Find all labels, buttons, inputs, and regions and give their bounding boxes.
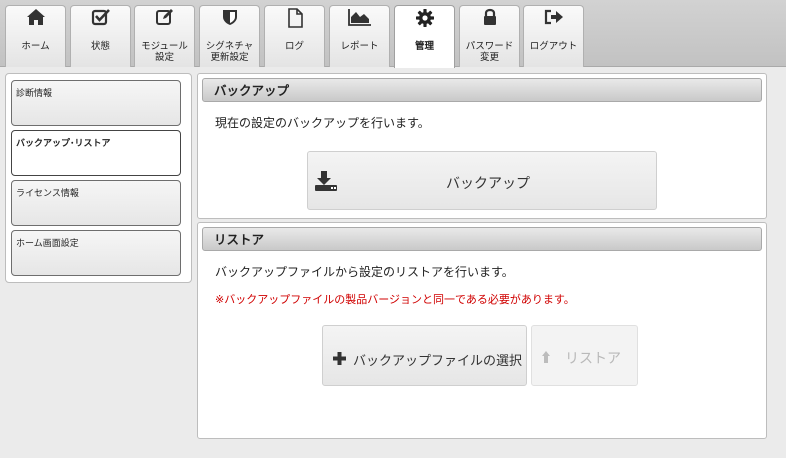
tab-label: ログアウト [529, 41, 578, 52]
tab-label: シグネチャ 更新設定 [205, 41, 254, 63]
sidebar: 診断情報 バックアップ･リストア ライセンス情報 ホーム画面設定 [5, 73, 192, 283]
tab-admin[interactable]: 管理 [394, 5, 455, 68]
sidebar-item-backup-restore[interactable]: バックアップ･リストア [11, 130, 181, 176]
sidebar-item-home-screen-settings[interactable]: ホーム画面設定 [11, 230, 181, 276]
restore-panel: リストア バックアップファイルから設定のリストアを行います。 ※バックアップファ… [197, 222, 767, 439]
restore-panel-title: リストア [202, 227, 762, 251]
backup-panel-title: バックアップ [202, 78, 762, 102]
tab-signature-update[interactable]: シグネチャ 更新設定 [199, 5, 260, 67]
tab-label: レポート [340, 41, 379, 52]
document-icon [265, 8, 324, 28]
select-backup-file-button[interactable]: バックアップファイルの選択 [322, 325, 527, 386]
restore-button[interactable]: リストア [531, 325, 638, 386]
sidebar-item-label: 診断情報 [16, 89, 53, 99]
select-backup-file-label: バックアップファイルの選択 [353, 354, 523, 369]
gear-icon [395, 8, 454, 28]
tab-label: 状態 [90, 41, 110, 52]
tab-report[interactable]: レポート [329, 5, 390, 67]
sign-out-icon [524, 8, 583, 28]
tab-logout[interactable]: ログアウト [523, 5, 584, 67]
checkbox-icon [71, 8, 130, 28]
sidebar-item-diagnostics[interactable]: 診断情報 [11, 80, 181, 126]
upload-icon [541, 349, 555, 368]
sidebar-item-label: バックアップ･リストア [16, 139, 111, 149]
area-chart-icon [330, 8, 389, 28]
tab-label: モジュール 設定 [141, 41, 188, 63]
home-icon [6, 8, 65, 28]
tab-home[interactable]: ホーム [5, 5, 66, 67]
tab-log[interactable]: ログ [264, 5, 325, 67]
backup-description: 現在の設定のバックアップを行います。 [215, 116, 430, 130]
sidebar-item-label: ライセンス情報 [16, 189, 79, 199]
backup-panel: バックアップ 現在の設定のバックアップを行います。 バックアップ [197, 73, 767, 219]
sidebar-item-license[interactable]: ライセンス情報 [11, 180, 181, 226]
download-icon [314, 170, 338, 196]
restore-warning: ※バックアップファイルの製品バージョンと同一である必要があります。 [215, 293, 575, 306]
top-navigation: ホーム 状態 モジュール 設定 シグネチャ 更新設定 ログ レポート 管理 パス… [0, 0, 786, 68]
shield-icon [200, 8, 259, 28]
restore-description: バックアップファイルから設定のリストアを行います。 [215, 265, 514, 279]
restore-button-label: リストア [565, 351, 621, 367]
tab-status[interactable]: 状態 [70, 5, 131, 67]
backup-button[interactable]: バックアップ [307, 151, 657, 210]
lock-icon [460, 8, 519, 28]
backup-button-label: バックアップ [446, 176, 530, 192]
tab-change-password[interactable]: パスワード 変更 [459, 5, 520, 67]
edit-icon [135, 8, 194, 28]
tab-label: ホーム [21, 41, 50, 52]
tab-label: パスワード 変更 [465, 41, 514, 63]
tab-label: 管理 [414, 41, 434, 52]
tab-label: ログ [284, 41, 304, 52]
plus-icon [333, 350, 346, 369]
tab-module-settings[interactable]: モジュール 設定 [134, 5, 195, 67]
sidebar-item-label: ホーム画面設定 [16, 239, 79, 249]
